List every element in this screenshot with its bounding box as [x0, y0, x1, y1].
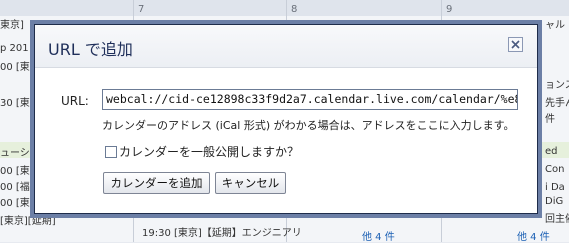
url-input[interactable]: webcal://cid-ce12898c33f9d2a7.calendar.l…	[102, 89, 518, 110]
calendar-event-row: ョンス	[545, 80, 569, 90]
day-number: 9	[446, 4, 453, 15]
calendar-event-row: i Da	[545, 182, 565, 193]
add-calendar-button[interactable]: カレンダーを追加	[103, 172, 210, 194]
calendar-event-row: DiG	[545, 196, 564, 207]
public-checkbox-label[interactable]: カレンダーを一般公開しますか？	[119, 145, 299, 159]
more-events-link[interactable]: 他 4 件	[362, 228, 395, 243]
dialog-title: URL で追加	[48, 40, 133, 59]
url-hint-text: カレンダーのアドレス (iCal 形式) がわかる場合は、アドレスをここに入力し…	[102, 119, 515, 132]
cancel-button[interactable]: キャンセル	[215, 172, 286, 194]
public-option: カレンダーを一般公開しますか？	[105, 143, 299, 160]
close-icon	[511, 40, 520, 49]
calendar-event-row: 回主催	[545, 214, 569, 224]
calendar-event-row: ャル	[545, 20, 565, 30]
close-button[interactable]	[508, 37, 523, 52]
add-by-url-dialog: URL で追加 URL: webcal://cid-ce12898c33f9d2…	[34, 24, 538, 214]
day-number: 7	[138, 4, 145, 15]
public-checkbox[interactable]	[105, 146, 117, 158]
url-label: URL:	[61, 94, 89, 108]
day-number: 8	[291, 4, 298, 15]
calendar-event-row: 先手ん	[545, 98, 569, 108]
calendar-event-row: 19:30 [東京]【延期】エンジニアリ	[142, 228, 302, 238]
calendar-event-row: Con	[545, 164, 565, 175]
calendar-event-row: 件	[545, 114, 555, 124]
calendar-event-row: ed	[545, 146, 558, 157]
more-events-link[interactable]: 他 4 件	[517, 228, 550, 243]
dialog-header: URL で追加	[35, 25, 537, 68]
